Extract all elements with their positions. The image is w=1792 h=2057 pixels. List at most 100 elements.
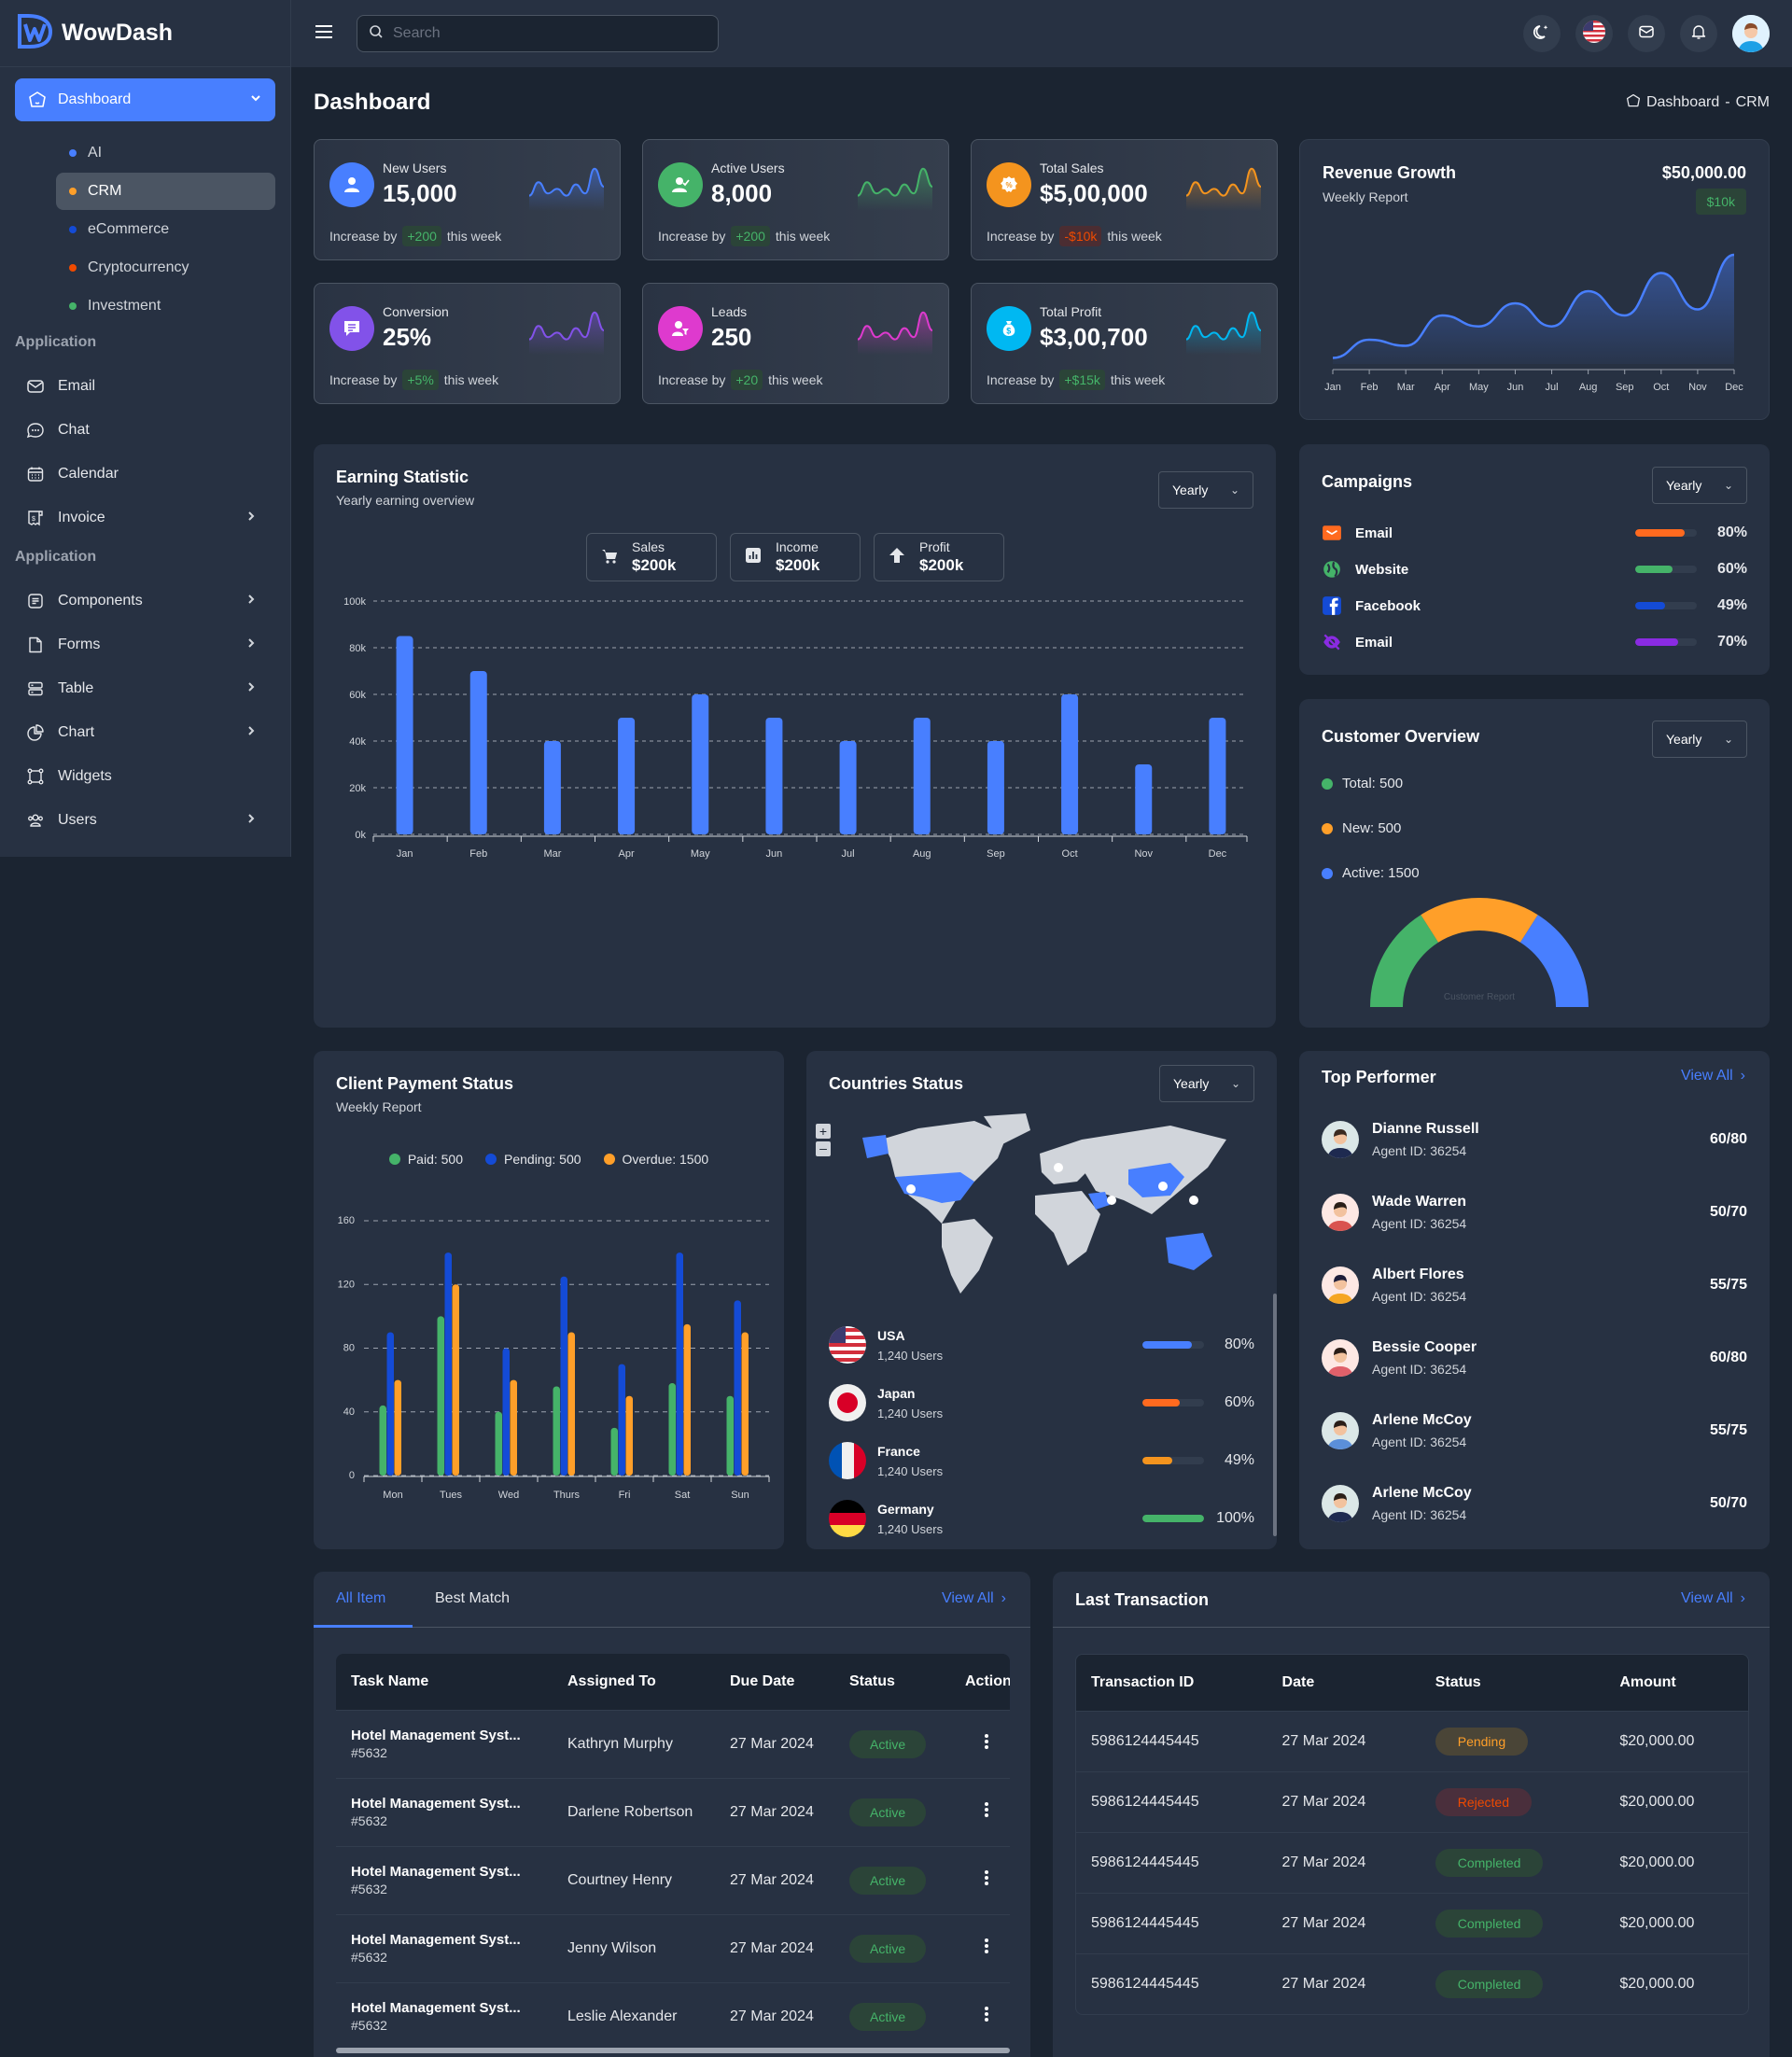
messages-button[interactable] xyxy=(1628,15,1665,52)
stat-footer: Increase by+5%this week xyxy=(329,370,498,390)
search-input[interactable] xyxy=(393,25,707,42)
menu-toggle-icon[interactable] xyxy=(314,21,334,47)
stat-value: $5,00,000 xyxy=(1040,179,1148,208)
bar-tues-pending xyxy=(445,1252,453,1476)
more-vertical-icon[interactable] xyxy=(984,1739,989,1755)
transactions-table-wrapper: Transaction IDDateStatusAmount 598612444… xyxy=(1075,1654,1749,2015)
legend-item[interactable]: Pending: 500 xyxy=(485,1152,581,1167)
summary-sales: Sales$200k xyxy=(586,533,717,581)
sidebar-item-components[interactable]: Components xyxy=(15,579,275,623)
sidebar-subitem-ai[interactable]: AI xyxy=(56,134,275,172)
table-row[interactable]: Hotel Management Syst...#5632Leslie Alex… xyxy=(336,1982,1010,2050)
x-tick-label: Jun xyxy=(766,848,783,860)
campaign-progress-fill xyxy=(1635,602,1665,609)
task-cell: Hotel Management Syst...#5632 xyxy=(336,1710,553,1778)
dashboard-submenu: AICRMeCommerceCryptocurrencyInvestment xyxy=(15,134,275,325)
theme-toggle-button[interactable] xyxy=(1523,15,1561,52)
table-row[interactable]: Hotel Management Syst...#5632Courtney He… xyxy=(336,1846,1010,1914)
sidebar-subitem-crm[interactable]: CRM xyxy=(56,173,275,210)
action-cell xyxy=(950,1710,1010,1778)
campaign-progress xyxy=(1635,602,1697,609)
legend-item[interactable]: Paid: 500 xyxy=(389,1152,463,1167)
map-zoom-in-button[interactable]: + xyxy=(816,1124,831,1139)
horizontal-scrollbar[interactable] xyxy=(336,2048,1010,2053)
sidebar-item-email[interactable]: Email xyxy=(15,364,275,408)
due-date-cell: 27 Mar 2024 xyxy=(715,1710,834,1778)
task-name: Hotel Management Syst... xyxy=(351,1796,538,1812)
country-row: USA1,240 Users80% xyxy=(829,1320,1254,1370)
status-badge: Active xyxy=(849,1867,926,1895)
y-tick-label: 80 xyxy=(343,1343,355,1354)
performer-row[interactable]: Dianne RussellAgent ID: 3625460/80 xyxy=(1322,1116,1747,1163)
period-select[interactable]: Yearly⌄ xyxy=(1158,471,1253,509)
legend-item[interactable]: Overdue: 1500 xyxy=(604,1152,709,1167)
more-vertical-icon[interactable] xyxy=(984,2011,989,2027)
table-row[interactable]: 598612444544527 Mar 2024Pending$20,000.0… xyxy=(1076,1711,1748,1771)
performer-row[interactable]: Bessie CooperAgent ID: 3625460/80 xyxy=(1322,1335,1747,1381)
chevron-right-icon xyxy=(245,724,257,741)
notifications-button[interactable] xyxy=(1680,15,1717,52)
view-all-link[interactable]: View All› xyxy=(942,1590,1006,1607)
map-zoom-out-button[interactable]: – xyxy=(816,1141,831,1156)
table-row[interactable]: Hotel Management Syst...#5632Jenny Wilso… xyxy=(336,1914,1010,1982)
performer-row[interactable]: Arlene McCoyAgent ID: 3625455/75 xyxy=(1322,1407,1747,1454)
amount-cell: $20,000.00 xyxy=(1604,1711,1748,1771)
view-all-label: View All xyxy=(942,1590,994,1607)
x-tick-label: Aug xyxy=(913,848,931,860)
table-row[interactable]: 598612444544527 Mar 2024Completed$20,000… xyxy=(1076,1832,1748,1893)
more-vertical-icon[interactable] xyxy=(984,1807,989,1823)
sidebar-item-chart[interactable]: Chart xyxy=(15,710,275,754)
performer-row[interactable]: Wade WarrenAgent ID: 3625450/70 xyxy=(1322,1189,1747,1236)
header-actions xyxy=(1523,15,1770,52)
countries-scrollbar[interactable] xyxy=(1273,1294,1277,1536)
performer-agent-id: Agent ID: 36254 xyxy=(1372,1507,1472,1522)
sidebar-item-table[interactable]: Table xyxy=(15,666,275,710)
tab-best-match[interactable]: Best Match xyxy=(435,1590,510,1607)
period-select[interactable]: Yearly⌄ xyxy=(1159,1065,1254,1102)
calendar-icon xyxy=(26,465,45,483)
period-select[interactable]: Yearly⌄ xyxy=(1652,467,1747,504)
bar-mon-overdue xyxy=(395,1380,402,1476)
stat-footer-prefix: Increase by xyxy=(987,372,1054,387)
world-map[interactable] xyxy=(844,1112,1236,1298)
tab-all-item[interactable]: All Item xyxy=(336,1590,385,1607)
sidebar-subitem-cryptocurrency[interactable]: Cryptocurrency xyxy=(56,249,275,287)
bar-oct xyxy=(1061,694,1078,834)
view-all-link[interactable]: View All› xyxy=(1681,1068,1745,1084)
more-vertical-icon[interactable] xyxy=(984,1943,989,1959)
table-row[interactable]: Hotel Management Syst...#5632Kathryn Mur… xyxy=(336,1710,1010,1778)
table-row[interactable]: 598612444544527 Mar 2024Completed$20,000… xyxy=(1076,1953,1748,2014)
sidebar-subitem-ecommerce[interactable]: eCommerce xyxy=(56,211,275,248)
y-tick-label: 100k xyxy=(343,596,366,608)
table-row[interactable]: Hotel Management Syst...#5632Darlene Rob… xyxy=(336,1778,1010,1846)
sidebar-item-chat[interactable]: Chat xyxy=(15,408,275,452)
more-vertical-icon[interactable] xyxy=(984,1875,989,1891)
country-progress-fill xyxy=(1142,1341,1192,1349)
breadcrumb-dashboard[interactable]: Dashboard xyxy=(1646,94,1719,111)
sparkline-area xyxy=(529,169,604,211)
sidebar-item-invoice[interactable]: $Invoice xyxy=(15,496,275,539)
table-row[interactable]: 598612444544527 Mar 2024Rejected$20,000.… xyxy=(1076,1771,1748,1832)
status-badge: Rejected xyxy=(1435,1788,1532,1816)
view-all-link[interactable]: View All› xyxy=(1681,1590,1745,1607)
period-select[interactable]: Yearly⌄ xyxy=(1652,721,1747,758)
country-users: 1,240 Users xyxy=(877,1464,943,1478)
user-avatar[interactable] xyxy=(1732,15,1770,52)
y-tick-label: 160 xyxy=(338,1215,355,1226)
performer-row[interactable]: Arlene McCoyAgent ID: 3625450/70 xyxy=(1322,1480,1747,1527)
x-tick-label: Aug xyxy=(1579,382,1598,393)
sidebar-subitem-investment[interactable]: Investment xyxy=(56,287,275,325)
sidebar-item-forms[interactable]: Forms xyxy=(15,623,275,666)
sidebar-item-widgets[interactable]: Widgets xyxy=(15,754,275,798)
y-tick-label: 40 xyxy=(343,1406,355,1418)
logo[interactable]: WowDash xyxy=(0,0,290,67)
assignee-cell: Courtney Henry xyxy=(553,1846,715,1914)
x-tick-label: Tues xyxy=(440,1490,463,1501)
sidebar-item-calendar[interactable]: Calendar xyxy=(15,452,275,496)
language-button[interactable] xyxy=(1575,15,1613,52)
gauge-center-label: Customer Report xyxy=(1444,992,1515,1002)
performer-row[interactable]: Albert FloresAgent ID: 3625455/75 xyxy=(1322,1262,1747,1308)
table-row[interactable]: 598612444544527 Mar 2024Completed$20,000… xyxy=(1076,1893,1748,1953)
sidebar-item-users[interactable]: Users xyxy=(15,798,275,842)
sidebar-item-dashboard[interactable]: Dashboard xyxy=(15,78,275,121)
